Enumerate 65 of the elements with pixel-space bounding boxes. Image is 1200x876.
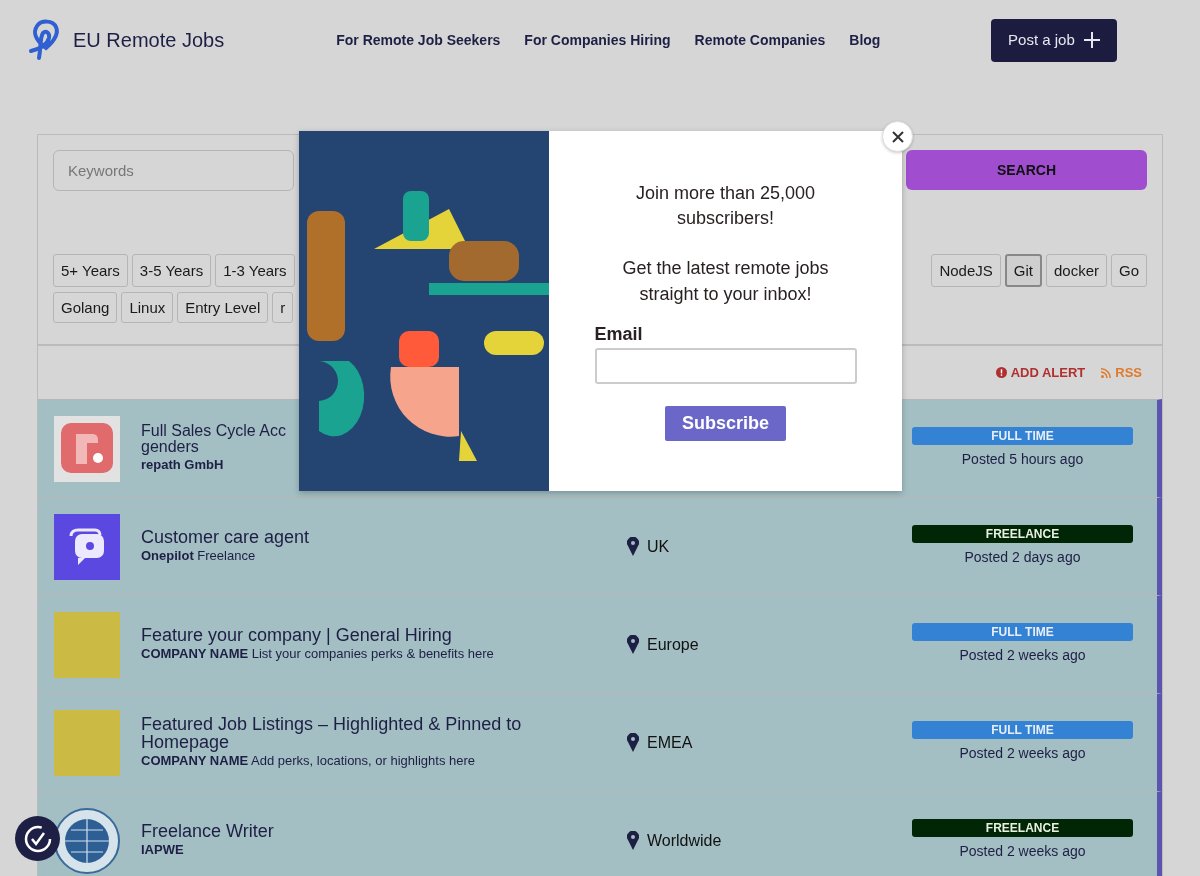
close-button[interactable] <box>882 121 913 152</box>
company-logo <box>54 807 120 874</box>
post-job-button[interactable]: Post a job <box>991 18 1118 62</box>
accessibility-icon <box>22 823 53 854</box>
posted-date: Posted 2 days ago <box>963 548 1082 567</box>
filter-tag[interactable]: 5+ Years <box>53 254 128 287</box>
job-title[interactable]: Feature your company | General Hiring <box>141 625 541 644</box>
company-line: COMPANY NAME Add perks, locations, or highlights here <box>141 752 477 770</box>
filter-tag[interactable]: docker <box>1045 254 1107 287</box>
job-title[interactable]: Freelance Writer <box>141 821 541 840</box>
nav-link[interactable]: Blog <box>849 29 881 51</box>
logo-text: EU Remote Jobs <box>73 28 225 53</box>
filter-tag[interactable]: r <box>272 292 294 323</box>
company-line: COMPANY NAME List your companies perks & benefits here <box>141 645 495 663</box>
close-icon <box>891 130 904 143</box>
email-label: Email <box>594 322 644 346</box>
location-text: Europe <box>647 634 699 655</box>
filter-tag[interactable]: Entry Level <box>177 292 269 323</box>
nav-link[interactable]: For Remote Job Seekers <box>336 29 501 51</box>
email-field[interactable] <box>594 347 857 384</box>
job-type-badge: FREELANCE <box>912 819 1133 837</box>
filter-tag[interactable]: 3-5 Years <box>131 254 212 287</box>
location-text: UK <box>647 536 670 557</box>
plus-icon <box>1082 31 1101 49</box>
job-title[interactable]: Full Sales Cycle Acc <box>141 422 291 439</box>
posted-date: Posted 2 weeks ago <box>958 842 1087 861</box>
filter-tag[interactable]: Git <box>1004 254 1042 287</box>
posted-date: Posted 2 weeks ago <box>958 744 1087 763</box>
location-text: EMEA <box>647 732 693 753</box>
location-text: Worldwide <box>647 830 722 851</box>
logo-placeholder <box>54 611 120 678</box>
location-pin-icon <box>627 831 639 850</box>
modal-heading: Join more than 25,000 subscribers! <box>634 182 817 231</box>
nav-link[interactable]: For Companies Hiring <box>524 29 671 51</box>
filter-tag[interactable]: Golang <box>53 292 118 323</box>
logo-placeholder <box>54 709 120 776</box>
add-alert-link[interactable]: ADD ALERT <box>995 362 1086 383</box>
job-type-badge: FREELANCE <box>912 525 1133 543</box>
job-type-badge: FULL TIME <box>912 623 1133 641</box>
filter-tag[interactable]: Go <box>1111 254 1147 287</box>
job-title[interactable]: genders <box>141 438 291 455</box>
location-pin-icon <box>627 635 639 654</box>
posted-date: Posted 5 hours ago <box>960 450 1085 469</box>
company-line: repath GmbH <box>141 455 225 474</box>
posted-date: Posted 2 weeks ago <box>958 646 1087 665</box>
company-line: Onepilot Freelance <box>141 546 257 565</box>
alert-icon <box>995 367 1007 378</box>
filter-tag[interactable]: NodeJS <box>931 254 1001 287</box>
job-type-badge: FULL TIME <box>912 427 1133 445</box>
company-logo <box>54 513 120 580</box>
subscribe-button[interactable]: Subscribe <box>665 405 786 441</box>
location-pin-icon <box>627 537 639 556</box>
filter-tag[interactable]: Linux <box>121 292 174 323</box>
nav-link[interactable]: Remote Companies <box>694 29 826 51</box>
job-type-badge: FULL TIME <box>912 721 1133 739</box>
location-pin-icon <box>627 733 639 752</box>
filter-tag[interactable]: 1-3 Years <box>215 254 295 287</box>
modal-text: Get the latest remote jobs straight to your inbox! <box>621 257 830 306</box>
keywords-field[interactable]: Keywords <box>53 150 294 191</box>
job-title[interactable]: Featured Job Listings – Highlighted & Pinned to Homepage <box>141 714 541 751</box>
search-button[interactable]: SEARCH <box>906 150 1147 190</box>
job-title[interactable]: Customer care agent <box>141 527 541 546</box>
company-logo <box>54 415 120 482</box>
rss-icon <box>1101 367 1112 378</box>
company-line: IAPWE <box>141 840 185 859</box>
